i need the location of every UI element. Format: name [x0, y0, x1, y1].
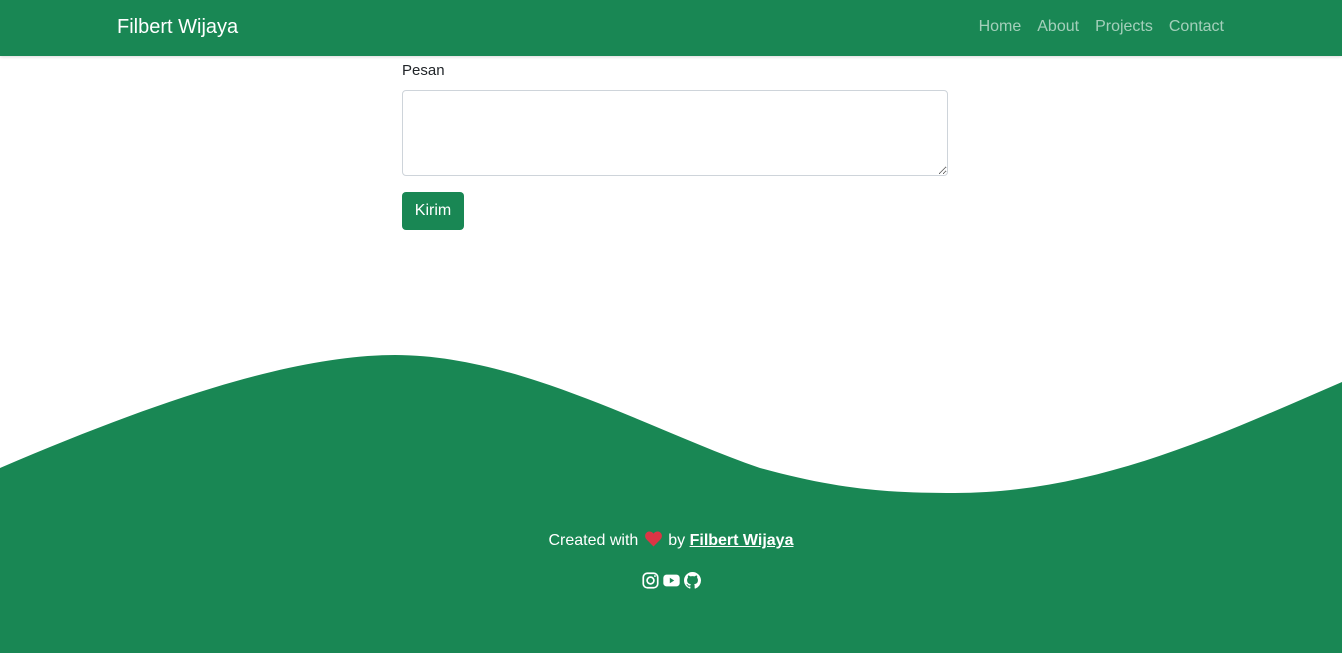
message-label: Pesan [402, 62, 445, 79]
submit-button[interactable]: Kirim [402, 192, 464, 230]
footer-credit: Created with by Filbert Wijaya [0, 531, 1342, 550]
nav-link-about[interactable]: About [1037, 18, 1079, 36]
instagram-icon[interactable] [641, 572, 659, 589]
nav-link-contact[interactable]: Contact [1169, 18, 1224, 36]
nav-link-projects[interactable]: Projects [1095, 18, 1153, 36]
message-textarea[interactable] [402, 90, 948, 176]
navbar: Filbert Wijaya Home About Projects Conta… [0, 0, 1342, 56]
brand-link[interactable]: Filbert Wijaya [117, 16, 238, 39]
by-text: by [668, 532, 686, 549]
nav-links: Home About Projects Contact [979, 18, 1224, 36]
github-icon[interactable] [683, 572, 701, 589]
heart-icon [644, 531, 662, 547]
nav-link-home[interactable]: Home [979, 18, 1022, 36]
author-link[interactable]: Filbert Wijaya [690, 532, 794, 549]
footer-wave [0, 355, 1342, 653]
social-links [0, 572, 1342, 589]
contact-form: Pesan Kirim [402, 62, 948, 230]
created-with-text: Created with [548, 532, 639, 549]
youtube-icon[interactable] [662, 572, 680, 589]
